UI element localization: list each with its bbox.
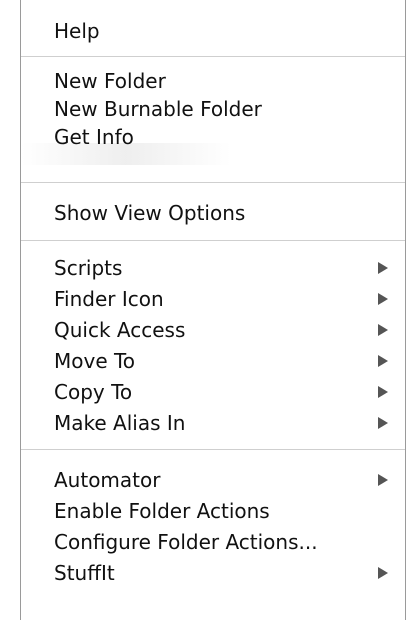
- menu-item-label: Get Info: [54, 125, 134, 149]
- menu-separator: [21, 449, 405, 450]
- menu-item-label: Scripts: [54, 256, 123, 280]
- submenu-arrow-icon: [378, 567, 388, 579]
- menu-item-automator[interactable]: Automator: [21, 466, 405, 494]
- menu-item-label: Make Alias In: [54, 411, 186, 435]
- menu-separator: [21, 240, 405, 241]
- menu-item-label: Move To: [54, 349, 136, 373]
- menu-item-scripts[interactable]: Scripts: [21, 254, 405, 282]
- context-menu: Help New Folder New Burnable Folder Get …: [20, 0, 406, 620]
- menu-item-configure-folder-actions[interactable]: Configure Folder Actions...: [21, 528, 405, 556]
- menu-item-label: Help: [54, 19, 100, 43]
- submenu-arrow-icon: [378, 293, 388, 305]
- menu-item-label: New Burnable Folder: [54, 97, 262, 121]
- menu-item-stuffit[interactable]: StuffIt: [21, 559, 405, 587]
- menu-item-copy-to[interactable]: Copy To: [21, 378, 405, 406]
- menu-item-move-to[interactable]: Move To: [21, 347, 405, 375]
- menu-item-label: Quick Access: [54, 318, 186, 342]
- menu-item-label: Show View Options: [54, 201, 246, 225]
- menu-item-make-alias-in[interactable]: Make Alias In: [21, 409, 405, 437]
- menu-item-help[interactable]: Help: [21, 17, 405, 45]
- menu-separator: [21, 182, 405, 183]
- submenu-arrow-icon: [378, 355, 388, 367]
- menu-item-label: Enable Folder Actions: [54, 499, 270, 523]
- menu-item-enable-folder-actions[interactable]: Enable Folder Actions: [21, 497, 405, 525]
- menu-item-label: StuffIt: [54, 561, 115, 585]
- menu-item-new-burnable-folder[interactable]: New Burnable Folder: [21, 95, 405, 123]
- menu-item-label: Automator: [54, 468, 161, 492]
- submenu-arrow-icon: [378, 417, 388, 429]
- menu-item-label: Copy To: [54, 380, 133, 404]
- menu-item-get-info[interactable]: Get Info: [21, 123, 405, 151]
- menu-item-show-view-options[interactable]: Show View Options: [21, 199, 405, 227]
- menu-item-label: Configure Folder Actions...: [54, 530, 318, 554]
- menu-item-finder-icon[interactable]: Finder Icon: [21, 285, 405, 313]
- submenu-arrow-icon: [378, 474, 388, 486]
- submenu-arrow-icon: [378, 324, 388, 336]
- submenu-arrow-icon: [378, 386, 388, 398]
- menu-item-new-folder[interactable]: New Folder: [21, 67, 405, 95]
- menu-item-label: Finder Icon: [54, 287, 164, 311]
- submenu-arrow-icon: [378, 262, 388, 274]
- menu-separator: [21, 56, 405, 57]
- menu-item-label: New Folder: [54, 69, 166, 93]
- menu-item-quick-access[interactable]: Quick Access: [21, 316, 405, 344]
